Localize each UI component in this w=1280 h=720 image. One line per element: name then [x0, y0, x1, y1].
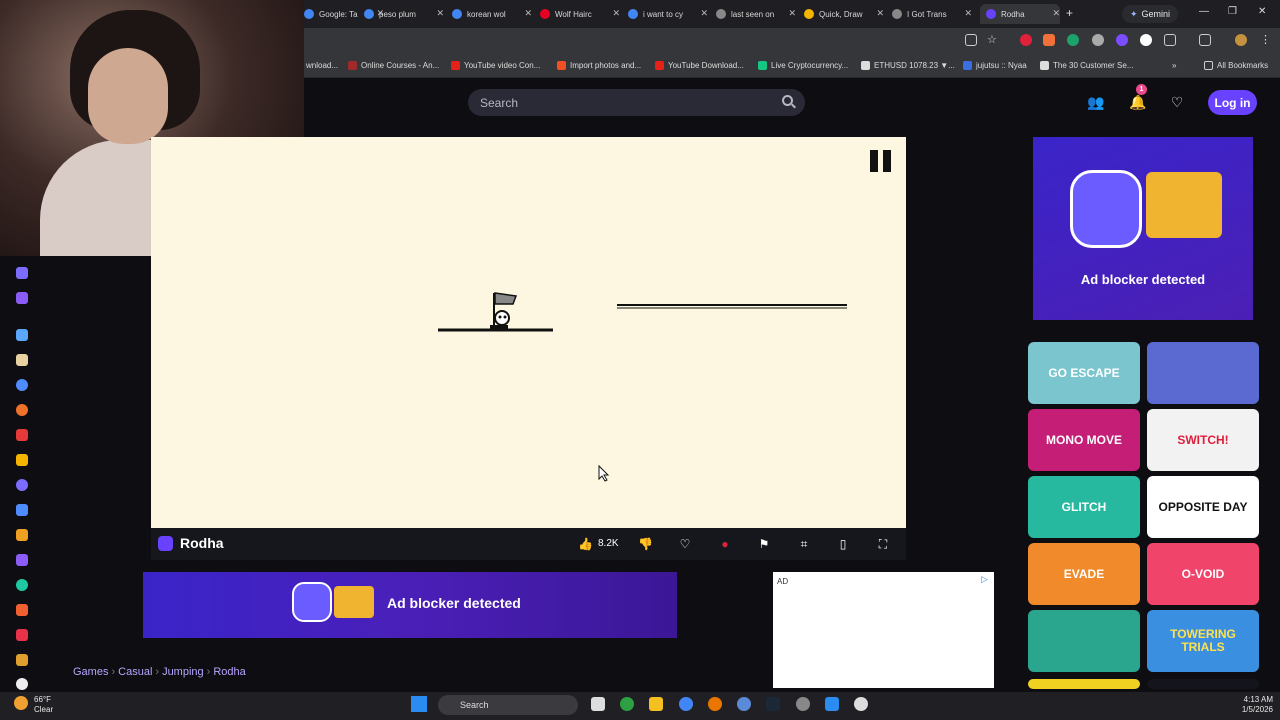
game-thumbnail[interactable] — [1028, 610, 1140, 672]
blender-icon[interactable] — [708, 697, 722, 711]
game-thumbnail[interactable]: SWITCH! — [1147, 409, 1259, 471]
game-thumbnail[interactable]: GO ESCAPE — [1028, 342, 1140, 404]
game-thumbnail-label: O-VOID — [1181, 566, 1225, 581]
game-thumbnail-label: EVADE — [1063, 566, 1105, 581]
task-view-icon[interactable] — [591, 697, 605, 711]
file-explorer-icon[interactable] — [649, 697, 663, 711]
ad-label: AD — [777, 577, 789, 586]
game-action-bar — [151, 528, 906, 560]
mouse-cursor-icon — [598, 464, 610, 482]
treasure-chest-icon — [334, 586, 374, 618]
mascot-icon — [1070, 170, 1142, 248]
weather-condition: Clear — [34, 705, 54, 714]
fullscreen-icon[interactable]: ⛶ — [876, 537, 890, 551]
breadcrumb-jumping[interactable]: Jumping — [162, 666, 204, 678]
theater-icon[interactable]: ▯ — [836, 537, 850, 551]
taskbar-search[interactable]: Search — [438, 695, 578, 715]
pause-icon[interactable] — [870, 150, 892, 172]
breadcrumb-games[interactable]: Games — [73, 666, 108, 678]
game-thumbnail[interactable]: MONO MOVE — [1028, 409, 1140, 471]
ad-box[interactable]: AD ▷ — [773, 572, 994, 688]
ad-choices-icon[interactable]: ▷ — [981, 574, 991, 584]
game-title: Rodha — [180, 535, 224, 551]
settings-icon[interactable] — [796, 697, 810, 711]
game-thumbnail[interactable] — [1147, 679, 1259, 689]
clock-time: 4:13 AM — [1243, 695, 1273, 704]
game-thumbnail-label: GLITCH — [1061, 499, 1107, 514]
weather-widget[interactable]: 66°F Clear — [34, 695, 53, 715]
embed-icon[interactable]: ⌗ — [797, 537, 811, 551]
obs-icon[interactable] — [854, 697, 868, 711]
snipping-icon[interactable] — [825, 697, 839, 711]
like-icon[interactable]: 👍 — [578, 537, 593, 551]
record-icon[interactable]: ● — [718, 537, 732, 551]
dislike-icon[interactable]: 👎 — [638, 537, 653, 551]
game-thumbnail[interactable]: O-VOID — [1147, 543, 1259, 605]
breadcrumb-casual[interactable]: Casual — [118, 666, 152, 678]
clock-date: 1/5/2026 — [1241, 705, 1273, 714]
windows-start-icon[interactable] — [411, 696, 427, 712]
breadcrumb: Games › Casual › Jumping › Rodha — [73, 666, 246, 678]
steam-icon[interactable] — [766, 697, 780, 711]
right-ad-text: Ad blocker detected — [1080, 272, 1206, 287]
game-thumbnail-label: TOWERING TRIALS — [1170, 627, 1236, 654]
breadcrumb-rodha[interactable]: Rodha — [213, 666, 245, 678]
game-thumbnail-label — [1147, 342, 1259, 404]
chrome-icon[interactable] — [679, 697, 693, 711]
game-thumbnail[interactable]: EVADE — [1028, 543, 1140, 605]
game-thumbnail[interactable]: OPPOSITE DAY — [1147, 476, 1259, 538]
mascot-icon — [292, 582, 332, 622]
game-thumbnail[interactable] — [1028, 679, 1140, 689]
app-icon[interactable] — [737, 697, 751, 711]
favorite-icon[interactable]: ♡ — [678, 537, 692, 551]
site-logo-icon — [158, 536, 173, 551]
player-character — [490, 292, 518, 329]
game-thumbnail[interactable]: TOWERING TRIALS — [1147, 610, 1259, 672]
windows-taskbar — [0, 692, 1280, 720]
weather-icon — [14, 696, 28, 710]
game-thumbnail[interactable] — [1147, 342, 1259, 404]
game-thumbnail-label: OPPOSITE DAY — [1158, 499, 1248, 514]
game-thumbnail-label: SWITCH! — [1177, 432, 1229, 447]
game-thumbnail-label — [1028, 610, 1140, 672]
game-thumbnail[interactable]: GLITCH — [1028, 476, 1140, 538]
taskbar-clock[interactable]: 4:13 AM 1/5/2026 — [1231, 695, 1273, 715]
treasure-chest-icon — [1146, 172, 1222, 238]
like-count: 8.2K — [598, 538, 619, 549]
game-thumbnail-label: GO ESCAPE — [1048, 365, 1120, 380]
taskbar-search-label: Search — [460, 700, 489, 710]
game-thumbnail-label: MONO MOVE — [1045, 432, 1122, 447]
weather-temp: 66°F — [34, 695, 51, 704]
report-icon[interactable]: ⚑ — [757, 537, 771, 551]
xbox-icon[interactable] — [620, 697, 634, 711]
ad-banner-text: Ad blocker detected — [387, 595, 521, 611]
